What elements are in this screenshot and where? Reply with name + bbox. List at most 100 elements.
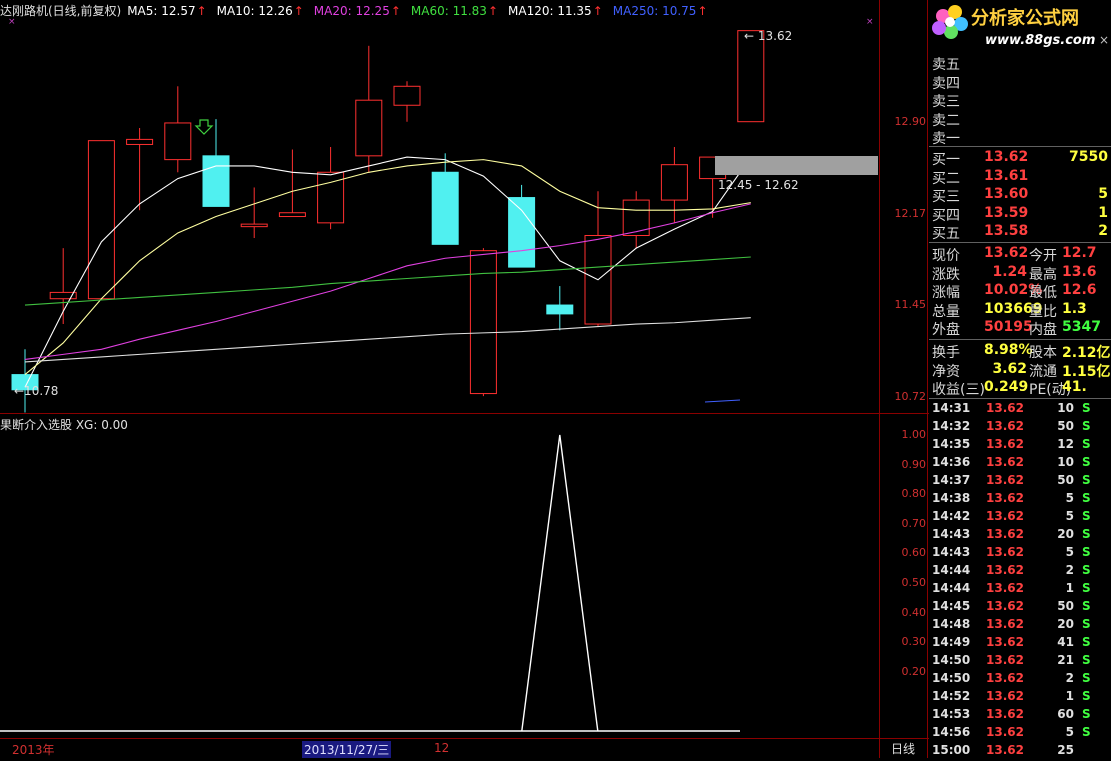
ma-label: MA250: 10.75↑ [612, 4, 708, 18]
tick-row[interactable]: 15:00 13.62 25 [932, 743, 1111, 761]
tick-row[interactable]: 14:37 13.62 50 S [932, 473, 1111, 491]
ma-line-ma250 [704, 399, 741, 403]
ma-label: MA20: 12.25↑ [313, 4, 401, 18]
tick-volume: 5 [1065, 545, 1074, 559]
tick-volume: 2 [1065, 671, 1074, 685]
tick-time: 14:32 [932, 419, 971, 433]
ask-label: 卖二 [932, 112, 960, 129]
ask-row: 卖四 [932, 73, 1111, 92]
bid-row: 买一 13.62 7550 [932, 149, 1111, 168]
ask-row: 卖三 [932, 91, 1111, 110]
tick-volume: 10 [1057, 455, 1074, 469]
tick-row[interactable]: 14:36 13.62 10 S [932, 455, 1111, 473]
tick-side: S [1082, 635, 1091, 649]
ask-label: 卖一 [932, 131, 960, 147]
tick-time: 14:50 [932, 671, 971, 685]
candle-body [431, 171, 459, 245]
stat-value-2: 13.6 [1062, 263, 1097, 280]
tick-row[interactable]: 14:44 13.62 2 S [932, 563, 1111, 581]
close-icon-right: × [866, 17, 874, 27]
tick-row[interactable]: 14:52 13.62 1 S [932, 689, 1111, 707]
price-axis-label: 12.17 [894, 207, 927, 220]
tick-row[interactable]: 14:50 13.62 2 S [932, 671, 1111, 689]
tick-row[interactable]: 14:49 13.62 41 S [932, 635, 1111, 653]
candle-body [469, 250, 497, 395]
tick-price: 13.62 [986, 545, 1024, 559]
tick-row[interactable]: 14:32 13.62 50 S [932, 419, 1111, 437]
stat-value: 8.98% [984, 342, 1033, 358]
tick-price: 13.62 [986, 563, 1024, 577]
tick-side: S [1082, 599, 1091, 613]
indicator-title: 果断介入选股 XG: 0.00 [0, 418, 128, 432]
tick-time: 14:52 [932, 689, 971, 703]
stat-label: 净资 [932, 363, 960, 380]
tick-row[interactable]: 14:42 13.62 5 S [932, 509, 1111, 527]
tick-row[interactable]: 14:48 13.62 20 S [932, 617, 1111, 635]
bid-price: 13.59 [984, 204, 1029, 221]
tick-time: 14:53 [932, 707, 971, 721]
indicator-chart [0, 434, 740, 732]
ma-lines [24, 156, 752, 403]
stat-row: 现价 13.62 今开 12.7 [932, 245, 1111, 264]
tick-row[interactable]: 14:38 13.62 5 S [932, 491, 1111, 509]
tick-row[interactable]: 14:50 13.62 21 S [932, 653, 1111, 671]
period-label[interactable]: 日线 [891, 740, 915, 757]
tick-row[interactable]: 14:44 13.62 1 S [932, 581, 1111, 599]
ma-label: MA60: 11.83↑ [410, 4, 498, 18]
tick-price: 13.62 [986, 743, 1024, 757]
range-highlight-box [715, 156, 878, 175]
selected-date[interactable]: 2013/11/27/三 [302, 741, 392, 758]
tick-price: 13.62 [986, 491, 1024, 505]
price-axis-label: 10.72 [894, 390, 927, 404]
bid-row: 买四 13.59 1 [932, 204, 1111, 224]
bid-label: 买一 [932, 152, 960, 168]
stock-title: 达刚路机(日线,前复权) [0, 4, 122, 18]
tick-row[interactable]: 14:31 13.62 10 S [932, 401, 1111, 419]
tick-time: 14:43 [932, 527, 971, 541]
ma-label: MA5: 12.57↑ [127, 4, 207, 18]
tick-time: 14:48 [932, 617, 971, 631]
tick-time: 14:44 [932, 581, 971, 595]
min-price-label: ←10.78 [14, 383, 59, 398]
logo: 分析家公式网 www.88gs.com × [932, 5, 1109, 48]
tick-row[interactable]: 14:43 13.62 5 S [932, 545, 1111, 563]
tick-row[interactable]: 14:53 13.62 60 S [932, 707, 1111, 725]
tick-row[interactable]: 14:43 13.62 20 S [932, 527, 1111, 545]
tick-row[interactable]: 14:56 13.62 5 S [932, 725, 1111, 743]
tick-price: 13.62 [986, 509, 1024, 523]
stat-value-2: 1.15亿 [1062, 363, 1111, 380]
bid-volume: 5 [1098, 186, 1108, 202]
tick-time: 14:31 [932, 401, 971, 415]
tick-time: 14:37 [932, 473, 971, 487]
indicator-axis-label: 0.30 [901, 635, 927, 649]
bid-price: 13.58 [984, 223, 1029, 239]
tick-row[interactable]: 14:35 13.62 12 S [932, 437, 1111, 455]
stat-label-2: 内盘 [1029, 322, 1057, 338]
tick-time: 15:00 [932, 743, 971, 757]
stat-label: 涨幅 [932, 285, 960, 301]
kline-chart[interactable]: × × [0, 0, 929, 758]
tick-side: S [1082, 707, 1091, 721]
candle-body [164, 122, 192, 161]
tick-volume: 50 [1057, 599, 1074, 613]
bid-volume: 1 [1098, 204, 1108, 221]
bid-row: 买五 13.58 2 [932, 223, 1111, 242]
tick-volume: 41 [1057, 635, 1074, 649]
bid-volume: 7550 [1069, 149, 1108, 165]
tick-side: S [1082, 581, 1091, 595]
tick-side: S [1082, 689, 1091, 703]
tick-time: 14:35 [932, 437, 971, 451]
tick-side: S [1082, 419, 1091, 433]
stat-value: 13.62 [984, 245, 1029, 261]
tick-volume: 10 [1057, 401, 1074, 415]
close-icon-panel: × [1099, 33, 1109, 47]
tick-side: S [1082, 491, 1091, 505]
stat-row: 外盘 50195 内盘 5347 [932, 319, 1111, 338]
order-book-divider [929, 146, 1111, 147]
tick-volume: 60 [1057, 707, 1074, 721]
tick-price: 13.62 [986, 635, 1024, 649]
stat-row: 净资 3.62 流通 1.15亿 [932, 361, 1111, 380]
tick-price: 13.62 [986, 689, 1024, 703]
tick-row[interactable]: 14:45 13.62 50 S [932, 599, 1111, 617]
tick-volume: 20 [1057, 527, 1074, 541]
